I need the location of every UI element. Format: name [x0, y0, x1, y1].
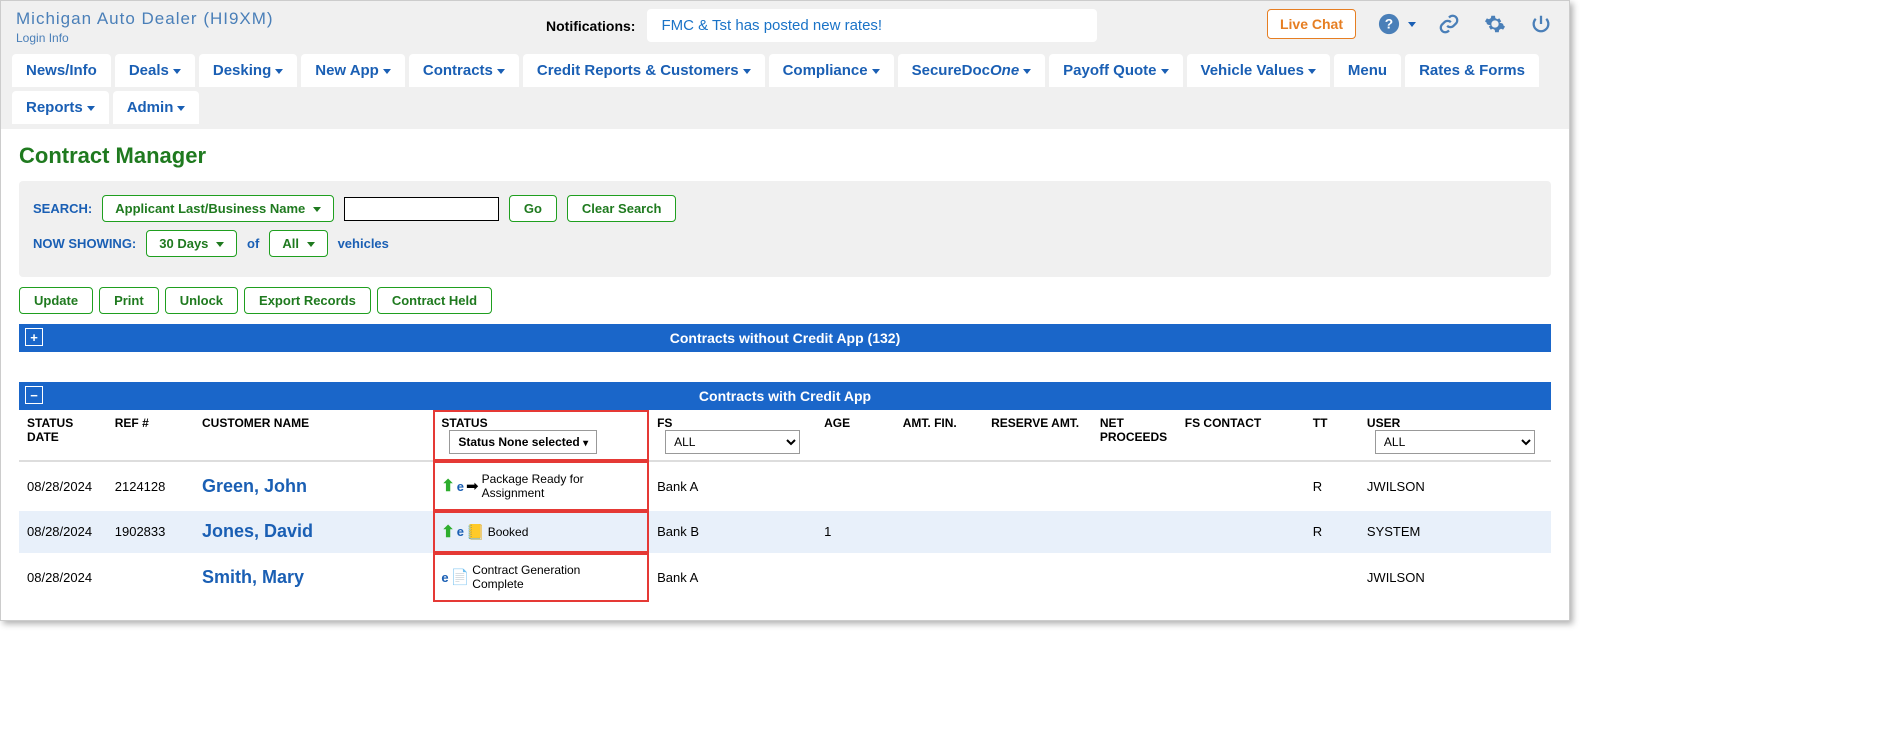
gear-icon[interactable]: [1484, 12, 1508, 36]
nav-rates-forms[interactable]: Rates & Forms: [1405, 54, 1539, 87]
status-icon: 📒: [466, 523, 485, 541]
contract-held-button[interactable]: Contract Held: [377, 287, 492, 314]
power-icon[interactable]: [1530, 12, 1554, 36]
help-dropdown[interactable]: ?: [1378, 12, 1416, 36]
col-fs-contact[interactable]: FS CONTACT: [1177, 410, 1305, 460]
cell-user: JWILSON: [1359, 553, 1551, 602]
login-info-link[interactable]: Login Info: [16, 31, 69, 45]
col-status-date[interactable]: STATUS DATE: [19, 410, 107, 460]
col-net[interactable]: NET PROCEEDS: [1092, 410, 1177, 460]
cell-tt: [1305, 553, 1359, 602]
cell-date: 08/28/2024: [19, 553, 107, 602]
status-text: Contract Generation Complete: [472, 563, 612, 591]
status-icon: 📄: [451, 568, 470, 586]
customer-link[interactable]: Jones, David: [202, 521, 313, 541]
nav-securedoc[interactable]: SecureDocOne: [898, 54, 1046, 87]
cell-date: 08/28/2024: [19, 511, 107, 553]
nav-vehicle-values[interactable]: Vehicle Values: [1187, 54, 1330, 87]
page-title: Contract Manager: [19, 129, 1551, 181]
col-reserve[interactable]: RESERVE AMT.: [983, 410, 1092, 460]
notification-banner[interactable]: FMC & Tst has posted new rates!: [647, 9, 1097, 42]
collapse-icon[interactable]: −: [25, 386, 43, 404]
search-panel: SEARCH: Applicant Last/Business Name Go …: [19, 181, 1551, 277]
cell-ref: 2124128: [107, 461, 194, 511]
search-type-dropdown[interactable]: Applicant Last/Business Name: [102, 195, 334, 222]
help-icon: ?: [1378, 12, 1402, 36]
nav-admin[interactable]: Admin: [113, 91, 200, 124]
cell-age: 1: [816, 511, 895, 553]
nav-payoff-quote[interactable]: Payoff Quote: [1049, 54, 1182, 87]
nav-new-app[interactable]: New App: [301, 54, 405, 87]
cell-ref: 1902833: [107, 511, 194, 553]
now-showing-label: NOW SHOWING:: [33, 236, 136, 251]
clear-search-button[interactable]: Clear Search: [567, 195, 677, 222]
cell-date: 08/28/2024: [19, 461, 107, 511]
export-button[interactable]: Export Records: [244, 287, 371, 314]
up-arrow-icon: ⬆: [441, 476, 454, 496]
cell-fs: Bank A: [649, 461, 816, 511]
cell-tt: R: [1305, 461, 1359, 511]
col-fs: FS ALL: [649, 410, 816, 460]
contracts-table: STATUS DATE REF # CUSTOMER NAME STATUS S…: [19, 410, 1551, 602]
cell-ref: [107, 553, 194, 602]
search-input[interactable]: [344, 197, 499, 221]
fs-filter-select[interactable]: ALL: [665, 430, 800, 454]
cell-user: SYSTEM: [1359, 511, 1551, 553]
nav-reports[interactable]: Reports: [12, 91, 109, 124]
nav-deals[interactable]: Deals: [115, 54, 195, 87]
section-without-credit[interactable]: + Contracts without Credit App (132): [19, 324, 1551, 352]
status-text: Booked: [488, 525, 529, 539]
nav-credit-reports-customers[interactable]: Credit Reports & Customers: [523, 54, 765, 87]
print-button[interactable]: Print: [99, 287, 159, 314]
section-with-credit[interactable]: − Contracts with Credit App: [19, 382, 1551, 410]
nav-compliance[interactable]: Compliance: [769, 54, 894, 87]
customer-link[interactable]: Green, John: [202, 476, 307, 496]
col-amt-fin[interactable]: AMT. FIN.: [895, 410, 983, 460]
nav-menu[interactable]: Menu: [1334, 54, 1401, 87]
col-status: STATUS Status None selected ▾: [433, 410, 649, 461]
days-dropdown[interactable]: 30 Days: [146, 230, 237, 257]
col-user: USER ALL: [1359, 410, 1551, 460]
e-icon[interactable]: e: [457, 524, 464, 539]
main-nav: News/InfoDealsDeskingNew AppContractsCre…: [1, 53, 1569, 129]
dealer-name: Michigan Auto Dealer (HI9XM): [16, 9, 546, 29]
up-arrow-icon: ⬆: [441, 522, 454, 542]
status-icon: ➡: [466, 477, 479, 495]
cell-user: JWILSON: [1359, 461, 1551, 511]
unlock-button[interactable]: Unlock: [165, 287, 238, 314]
table-row: 08/28/2024 Smith, Mary e📄Contract Generati…: [19, 553, 1551, 602]
col-customer[interactable]: CUSTOMER NAME: [194, 410, 433, 460]
e-icon[interactable]: e: [457, 479, 464, 494]
nav-contracts[interactable]: Contracts: [409, 54, 519, 87]
search-label: SEARCH:: [33, 201, 92, 216]
customer-link[interactable]: Smith, Mary: [202, 567, 304, 587]
nav-news-info[interactable]: News/Info: [12, 54, 111, 87]
table-row: 08/28/20242124128 Green, John ⬆e➡Package R…: [19, 461, 1551, 511]
status-text: Package Ready for Assignment: [482, 472, 622, 500]
update-button[interactable]: Update: [19, 287, 93, 314]
all-dropdown[interactable]: All: [269, 230, 327, 257]
vehicles-label: vehicles: [338, 236, 389, 251]
of-label: of: [247, 236, 259, 251]
expand-icon[interactable]: +: [25, 328, 43, 346]
user-filter-select[interactable]: ALL: [1375, 430, 1535, 454]
link-icon[interactable]: [1438, 12, 1462, 36]
svg-text:?: ?: [1385, 17, 1393, 32]
table-row: 08/28/20241902833 Jones, David ⬆e📒Booked Ba…: [19, 511, 1551, 553]
e-icon[interactable]: e: [441, 570, 448, 585]
go-button[interactable]: Go: [509, 195, 557, 222]
cell-fs: Bank B: [649, 511, 816, 553]
status-filter-dropdown[interactable]: Status None selected ▾: [449, 430, 597, 454]
live-chat-button[interactable]: Live Chat: [1267, 9, 1356, 39]
nav-desking[interactable]: Desking: [199, 54, 297, 87]
notifications-label: Notifications:: [546, 18, 635, 34]
cell-age: [816, 553, 895, 602]
col-age[interactable]: AGE: [816, 410, 895, 460]
col-tt[interactable]: TT: [1305, 410, 1359, 460]
cell-fs: Bank A: [649, 553, 816, 602]
cell-tt: R: [1305, 511, 1359, 553]
cell-age: [816, 461, 895, 511]
col-ref[interactable]: REF #: [107, 410, 194, 460]
